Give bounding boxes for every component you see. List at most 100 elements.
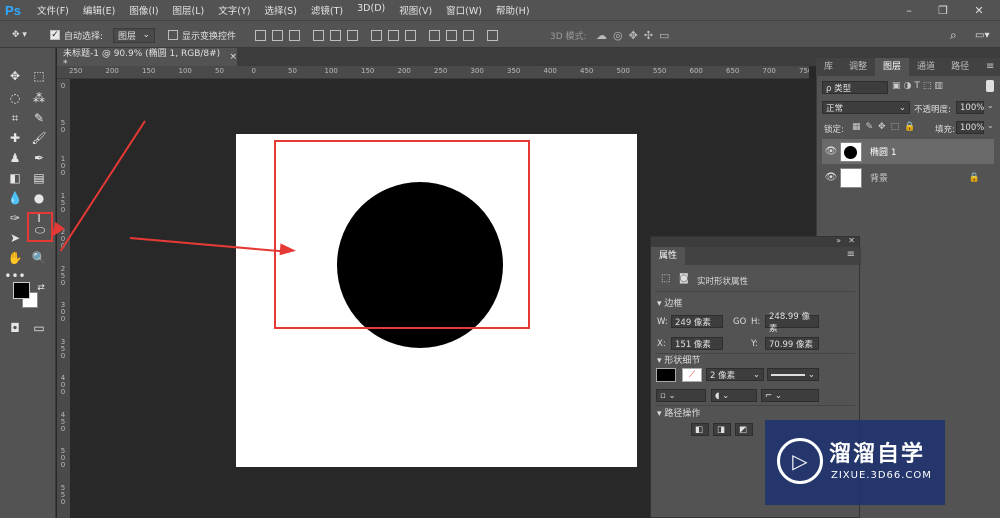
distribute-vcenter-icon[interactable] — [388, 29, 399, 41]
fill-chevron-icon[interactable]: ⌄ — [987, 121, 994, 130]
combine-shapes-icon[interactable]: ◧ — [691, 423, 709, 436]
fill-input[interactable]: 100% — [956, 121, 984, 134]
move-tool-icon[interactable]: ✥ — [4, 66, 26, 86]
filter-toggle-icon[interactable] — [986, 80, 994, 92]
magic-wand-tool-icon[interactable]: ⁂ — [28, 88, 50, 108]
panel-menu-icon[interactable]: ≡ — [986, 61, 994, 72]
width-input[interactable]: 249 像素 — [671, 315, 723, 328]
brush-tool-icon[interactable]: 🖌 — [28, 128, 50, 148]
menu-item[interactable]: 文件(F) — [30, 3, 76, 17]
swap-colors-icon[interactable]: ⇄ — [30, 278, 52, 298]
blur-tool-icon[interactable]: 💧 — [4, 188, 26, 208]
eraser-tool-icon[interactable]: ◧ — [4, 168, 26, 188]
distribute-hcenter-icon[interactable] — [446, 29, 457, 41]
align-hcenter-icon[interactable] — [330, 29, 341, 41]
history-brush-icon[interactable]: ✒ — [28, 148, 50, 168]
path-ops-section[interactable]: ▾ 路径操作 — [657, 406, 700, 419]
marquee-tool-icon[interactable]: ⬚ — [28, 66, 50, 86]
stroke-type-dropdown[interactable]: ⌄ — [767, 368, 819, 381]
layer-filter-dropdown[interactable]: ρ 类型 — [822, 81, 888, 94]
bbox-section[interactable]: ▾ 边框 — [657, 296, 682, 309]
search-icon[interactable]: ⌕ — [950, 27, 957, 43]
quick-mask-icon[interactable]: ◘ — [4, 318, 26, 338]
tab-properties[interactable]: 属性 — [651, 247, 686, 265]
stroke-cap-dropdown[interactable]: ◖ ⌄ — [711, 389, 757, 402]
document-tab[interactable]: 未标题-1 @ 90.9% (椭圆 1, RGB/8#) * × — [57, 48, 237, 69]
align-left-icon[interactable] — [313, 29, 324, 41]
shape-section[interactable]: ▾ 形状细节 — [657, 353, 700, 366]
minimize-icon[interactable]: – — [896, 0, 922, 20]
stroke-align-dropdown[interactable]: ▫ ⌄ — [656, 389, 706, 402]
panel-tab[interactable]: 库 — [816, 58, 841, 76]
healing-tool-icon[interactable]: ✚ — [4, 128, 26, 148]
menu-item[interactable]: 视图(V) — [392, 3, 439, 17]
mode-3d-icons[interactable]: ☁◎✥✣▭ — [596, 27, 675, 43]
menu-item[interactable]: 图层(L) — [166, 3, 212, 17]
height-input[interactable]: 248.99 像素 — [765, 312, 819, 334]
show-transform-checkbox[interactable] — [168, 30, 178, 40]
menu-item[interactable]: 编辑(E) — [76, 3, 122, 17]
link-icon[interactable]: GO — [733, 317, 746, 327]
foreground-color-swatch[interactable] — [13, 282, 30, 299]
auto-align-icon[interactable] — [487, 29, 498, 41]
align-vcenter-icon[interactable] — [272, 29, 283, 41]
dodge-tool-icon[interactable]: ● — [28, 188, 50, 208]
tab-close-icon[interactable]: × — [229, 52, 237, 62]
layer-row-ellipse[interactable]: 👁 椭圆 1 — [822, 139, 994, 164]
move-tool-icon[interactable]: ✥ ▾ — [12, 27, 27, 43]
align-bottom-icon[interactable] — [289, 29, 300, 41]
intersect-shapes-icon[interactable]: ◩ — [735, 423, 753, 436]
collapse-icon[interactable]: » — [836, 236, 841, 245]
panel-tab[interactable]: 路径 — [943, 58, 977, 76]
distribute-bottom-icon[interactable] — [405, 29, 416, 41]
path-select-tool-icon[interactable]: ➤ — [4, 228, 26, 248]
workspace-icon[interactable]: ▭▾ — [975, 27, 989, 43]
stroke-width-input[interactable]: 2 像素 ⌄ — [706, 368, 764, 381]
panel-close-icon[interactable]: ✕ — [848, 236, 855, 245]
visibility-eye-icon[interactable]: 👁 — [822, 172, 840, 183]
stroke-join-dropdown[interactable]: ⌐ ⌄ — [761, 389, 819, 402]
opacity-input[interactable]: 100% — [956, 101, 984, 114]
align-right-icon[interactable] — [347, 29, 358, 41]
crop-tool-icon[interactable]: ⌗ — [4, 108, 26, 128]
gradient-tool-icon[interactable]: ▤ — [28, 168, 50, 188]
lock-icons[interactable]: ▦✎✥⬚🔒 — [852, 122, 920, 132]
props-menu-icon[interactable]: ≡ — [847, 249, 855, 260]
close-icon[interactable]: ✕ — [966, 0, 992, 20]
distribute-right-icon[interactable] — [463, 29, 474, 41]
opacity-chevron-icon[interactable]: ⌄ — [987, 101, 994, 110]
stroke-color-swatch[interactable]: ⟋ — [682, 368, 702, 382]
menu-item[interactable]: 滤镜(T) — [304, 3, 350, 17]
align-top-icon[interactable] — [255, 29, 266, 41]
menu-item[interactable]: 3D(D) — [350, 3, 392, 17]
lasso-tool-icon[interactable]: ◌ — [4, 88, 26, 108]
layer-row-background[interactable]: 👁 背景 🔒 — [822, 165, 994, 190]
pen-tool-icon[interactable]: ✑ — [4, 208, 26, 228]
auto-select-checkbox[interactable] — [50, 30, 60, 40]
blend-mode-dropdown[interactable]: 正常 ⌄ — [822, 101, 910, 114]
menu-item[interactable]: 窗口(W) — [439, 3, 489, 17]
menu-item[interactable]: 选择(S) — [257, 3, 303, 17]
x-input[interactable]: 151 像素 — [671, 337, 723, 350]
y-input[interactable]: 70.99 像素 — [765, 337, 819, 350]
panel-tab[interactable]: 调整 — [841, 58, 875, 76]
visibility-eye-icon[interactable]: 👁 — [822, 146, 840, 157]
stamp-tool-icon[interactable]: ♟ — [4, 148, 26, 168]
panel-tab[interactable]: 通道 — [909, 58, 943, 76]
menu-item[interactable]: 帮助(H) — [489, 3, 537, 17]
distribute-left-icon[interactable] — [429, 29, 440, 41]
layer-filter-icons[interactable]: ▣◑T⬚▥ — [892, 81, 946, 91]
auto-select-dropdown[interactable]: 图层 ⌄ — [113, 27, 155, 43]
panel-tab[interactable]: 图层 — [875, 58, 910, 76]
fill-color-swatch[interactable] — [656, 368, 676, 382]
restore-icon[interactable]: ❐ — [930, 0, 956, 20]
auto-select-toggle[interactable]: 自动选择: — [50, 27, 103, 43]
menu-item[interactable]: 图像(I) — [122, 3, 165, 17]
menu-item[interactable]: 文字(Y) — [211, 3, 257, 17]
subtract-shapes-icon[interactable]: ◨ — [713, 423, 731, 436]
eyedropper-tool-icon[interactable]: ✎ — [28, 108, 50, 128]
screen-mode-icon[interactable]: ▭ — [28, 318, 50, 338]
show-transform-toggle[interactable]: 显示变换控件 — [168, 27, 236, 43]
hand-tool-icon[interactable]: ✋ — [4, 248, 26, 268]
zoom-tool-icon[interactable]: 🔍 — [28, 248, 50, 268]
